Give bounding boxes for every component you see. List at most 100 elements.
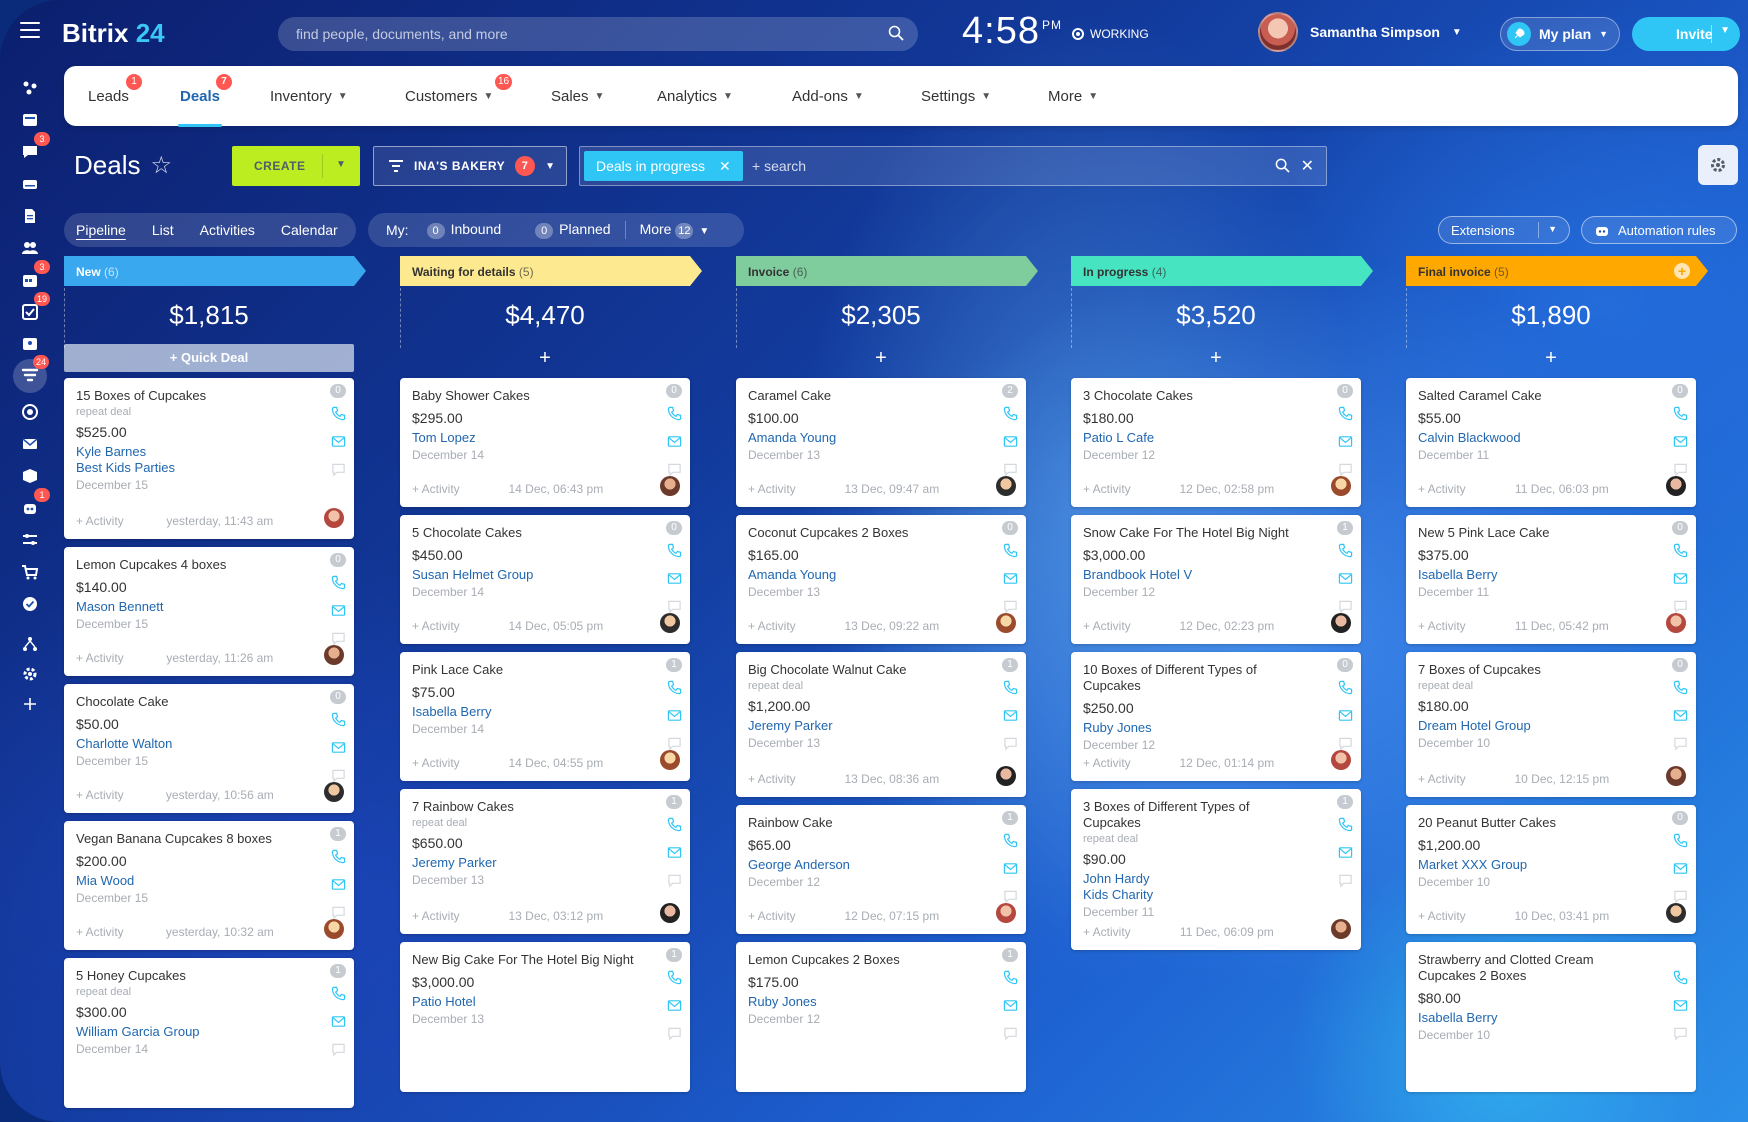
mail-icon[interactable] <box>667 708 682 728</box>
tab-add-ons[interactable]: Add-ons ▼ <box>792 88 864 105</box>
deal-title[interactable]: Big Chocolate Walnut Cake <box>748 662 1014 678</box>
deal-title[interactable]: 3 Boxes of Different Types of Cupcakes <box>1083 799 1349 831</box>
invite-button[interactable]: Invite ▼ <box>1632 17 1740 51</box>
deal-title[interactable]: Pink Lace Cake <box>412 662 678 678</box>
responsible-avatar[interactable] <box>659 750 680 770</box>
mail-icon[interactable] <box>1673 434 1688 454</box>
column-header[interactable]: Waiting for details (5) <box>400 256 702 286</box>
chat-icon[interactable] <box>331 1042 346 1062</box>
sidebar-item-inventory[interactable] <box>18 464 42 488</box>
deal-title[interactable]: Chocolate Cake <box>76 694 342 710</box>
filter-chip[interactable]: Deals in progress ✕ <box>584 151 743 181</box>
tab-deals[interactable]: Deals 7 <box>177 74 232 127</box>
tab-sales[interactable]: Sales ▼ <box>551 88 604 105</box>
deal-title[interactable]: Coconut Cupcakes 2 Boxes <box>748 525 1014 541</box>
mail-icon[interactable] <box>1673 571 1688 591</box>
mail-icon[interactable] <box>1003 708 1018 728</box>
planned-filter[interactable]: 0 Planned <box>535 221 611 239</box>
sidebar-item-docs[interactable] <box>18 204 42 228</box>
responsible-avatar[interactable] <box>1666 613 1686 633</box>
tab-analytics[interactable]: Analytics ▼ <box>657 88 733 105</box>
tab-more[interactable]: More ▼ <box>1048 88 1098 105</box>
responsible-avatar[interactable] <box>1665 903 1686 923</box>
column-header[interactable]: Final invoice (5) + <box>1406 256 1708 286</box>
phone-icon[interactable] <box>331 986 346 1006</box>
phone-icon[interactable] <box>1673 406 1688 426</box>
deal-card[interactable]: Lemon Cupcakes 2 Boxes $175.00 Ruby Jones D… <box>736 942 1026 1092</box>
sidebar-item-settings[interactable] <box>18 662 42 686</box>
deal-card[interactable]: Baby Shower Cakes $295.00 Tom Lopez Decembe… <box>400 378 690 507</box>
mail-icon[interactable] <box>1338 434 1353 454</box>
deal-contact[interactable]: Brandbook Hotel V <box>1083 567 1349 582</box>
deal-title[interactable]: Lemon Cupcakes 2 Boxes <box>748 952 1014 968</box>
sidebar-item-sitemap[interactable] <box>18 632 42 656</box>
responsible-avatar[interactable] <box>1330 476 1351 496</box>
add-activity-link[interactable]: + Activity <box>76 514 124 528</box>
add-stage-icon[interactable]: + <box>1674 263 1690 279</box>
sidebar-item-crm[interactable]: 24 <box>13 355 50 393</box>
deal-title[interactable]: Salted Caramel Cake <box>1418 388 1684 404</box>
chevron-down-icon[interactable]: ▼ <box>1720 25 1730 36</box>
deal-contact[interactable]: Dream Hotel Group <box>1418 718 1684 733</box>
responsible-avatar[interactable] <box>659 476 680 496</box>
phone-icon[interactable] <box>1003 680 1018 700</box>
deal-card[interactable]: Lemon Cupcakes 4 boxes $140.00 Mason Benne… <box>64 547 354 676</box>
deal-title[interactable]: Strawberry and Clotted Cream Cupcakes 2 … <box>1418 952 1684 984</box>
view-activities[interactable]: Activities <box>200 222 255 238</box>
deal-card[interactable]: 7 Boxes of Cupcakes repeat deal $180.00 Dre… <box>1406 652 1696 797</box>
extensions-button[interactable]: Extensions ▼ <box>1438 216 1570 244</box>
add-deal-button[interactable]: + <box>736 344 1026 372</box>
responsible-avatar[interactable] <box>995 903 1016 923</box>
deal-contact[interactable]: Tom Lopez <box>412 430 678 445</box>
add-activity-link[interactable]: + Activity <box>748 619 796 633</box>
add-activity-link[interactable]: + Activity <box>1418 909 1466 923</box>
tab-inventory[interactable]: Inventory ▼ <box>270 88 348 105</box>
add-activity-link[interactable]: + Activity <box>748 482 796 496</box>
tab-customers[interactable]: Customers ▼ 16 <box>405 74 513 105</box>
deal-contact[interactable]: Jeremy Parker <box>412 855 678 870</box>
phone-icon[interactable] <box>1338 543 1353 563</box>
close-icon[interactable]: ✕ <box>719 158 731 174</box>
phone-icon[interactable] <box>331 849 346 869</box>
mail-icon[interactable] <box>1338 845 1353 865</box>
deal-title[interactable]: 20 Peanut Butter Cakes <box>1418 815 1684 831</box>
responsible-avatar[interactable] <box>995 476 1016 496</box>
phone-icon[interactable] <box>331 575 346 595</box>
deal-contact[interactable]: Jeremy Parker <box>748 718 1014 733</box>
deal-contact[interactable]: Ruby Jones <box>1083 720 1349 735</box>
deal-card[interactable]: Coconut Cupcakes 2 Boxes $165.00 Amanda Yo… <box>736 515 1026 644</box>
phone-icon[interactable] <box>667 406 682 426</box>
deal-company[interactable]: Best Kids Parties <box>76 460 342 475</box>
mail-icon[interactable] <box>1003 571 1018 591</box>
add-activity-link[interactable]: + Activity <box>412 909 460 923</box>
deal-title[interactable]: 15 Boxes of Cupcakes <box>76 388 342 404</box>
mail-icon[interactable] <box>1673 708 1688 728</box>
responsible-avatar[interactable] <box>1665 766 1686 786</box>
phone-icon[interactable] <box>1673 833 1688 853</box>
chat-icon[interactable] <box>1673 1026 1688 1046</box>
deal-title[interactable]: Baby Shower Cakes <box>412 388 678 404</box>
search-icon[interactable] <box>888 25 904 44</box>
deal-contact[interactable]: John Hardy <box>1083 871 1349 886</box>
add-activity-link[interactable]: + Activity <box>748 772 796 786</box>
chat-icon[interactable] <box>667 1026 682 1046</box>
user-menu[interactable]: Samantha Simpson ▼ <box>1258 12 1462 52</box>
sidebar-item-tasks[interactable]: 19 <box>18 292 51 324</box>
filter-search-bar[interactable]: Deals in progress ✕ + search ✕ <box>579 146 1327 186</box>
phone-icon[interactable] <box>667 543 682 563</box>
work-status[interactable]: WORKING <box>1072 27 1149 41</box>
sidebar-item-automation[interactable] <box>18 528 42 552</box>
deal-contact[interactable]: Mason Bennett <box>76 599 342 614</box>
add-activity-link[interactable]: + Activity <box>412 756 460 770</box>
sidebar-item-chat[interactable]: 3 <box>18 132 50 164</box>
responsible-avatar[interactable] <box>1666 476 1686 496</box>
responsible-avatar[interactable] <box>995 613 1016 633</box>
mail-icon[interactable] <box>331 1014 346 1034</box>
deal-title[interactable]: 3 Chocolate Cakes <box>1083 388 1349 404</box>
mail-icon[interactable] <box>331 434 346 454</box>
sidebar-item-tasks-board[interactable] <box>18 108 42 132</box>
deal-card[interactable]: Snow Cake For The Hotel Big Night $3,000.… <box>1071 515 1361 644</box>
mail-icon[interactable] <box>1673 998 1688 1018</box>
mail-icon[interactable] <box>331 603 346 623</box>
sidebar-item-drive[interactable] <box>18 172 42 196</box>
